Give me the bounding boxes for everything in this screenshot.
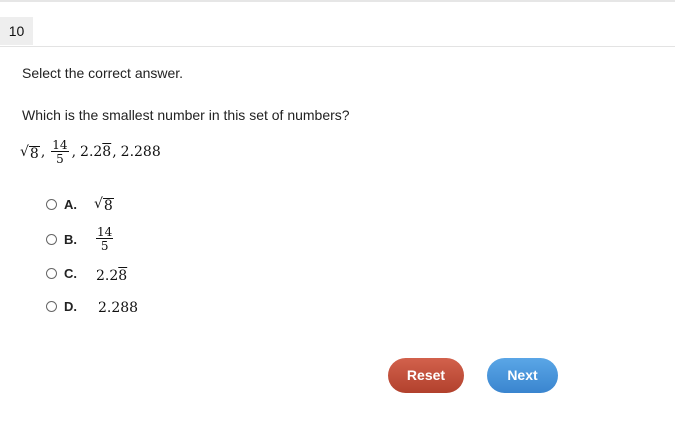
repeating-digit: 8 (102, 144, 112, 160)
fraction-term: 14 5 (51, 138, 69, 166)
instruction-text: Select the correct answer. (22, 65, 184, 81)
repeating-prefix: 2.2 (80, 144, 103, 160)
separator: , (40, 144, 46, 160)
sqrt-radicand: 8 (102, 197, 114, 214)
repeating-prefix: 2.2 (96, 268, 119, 284)
question-number: 10 (0, 17, 33, 45)
radio-button-a[interactable] (46, 198, 57, 210)
option-d[interactable]: D. 2.288 (46, 293, 138, 319)
separator: , (112, 144, 117, 160)
radio-button-b[interactable] (46, 233, 57, 245)
fraction-numerator: 14 (96, 225, 114, 239)
sqrt-radicand: 8 (28, 145, 40, 162)
option-c-value: 2.2 8 (96, 268, 127, 284)
option-letter: C. (64, 265, 77, 281)
sqrt-term: √ 8 (20, 144, 40, 161)
option-c[interactable]: C. 2.2 8 (46, 260, 127, 286)
reset-button[interactable]: Reset (388, 358, 464, 393)
header-divider (0, 46, 675, 47)
radical-sign-icon: √ (20, 143, 29, 160)
question-text: Which is the smallest number in this set… (22, 107, 350, 123)
plain-decimal-term: 2.288 (120, 144, 161, 160)
fraction-denominator: 5 (56, 152, 64, 166)
radical-sign-icon: √ (94, 195, 103, 212)
next-button[interactable]: Next (487, 358, 558, 393)
option-letter: B. (64, 231, 77, 247)
option-letter: A. (64, 196, 77, 212)
repeating-digit: 8 (118, 268, 128, 284)
top-divider (0, 0, 675, 2)
fraction-denominator: 5 (100, 239, 109, 253)
radio-button-d[interactable] (46, 300, 57, 312)
option-b[interactable]: B. 14 5 (46, 224, 115, 254)
option-d-value: 2.288 (98, 300, 139, 316)
fraction-numerator: 14 (51, 138, 69, 152)
option-letter: D. (64, 298, 77, 314)
number-set: √ 8 , 14 5 , 2.28 , 2.288 (20, 134, 161, 170)
option-b-value: 14 5 (94, 226, 115, 252)
radio-button-c[interactable] (46, 267, 57, 279)
separator: , (71, 144, 77, 160)
repeating-decimal-term: 2.28 (80, 144, 111, 160)
option-a[interactable]: A. √ 8 (46, 191, 114, 217)
option-a-value: √ 8 (94, 196, 114, 213)
sqrt-term: √ 8 (94, 196, 114, 213)
fraction-term: 14 5 (96, 225, 114, 253)
